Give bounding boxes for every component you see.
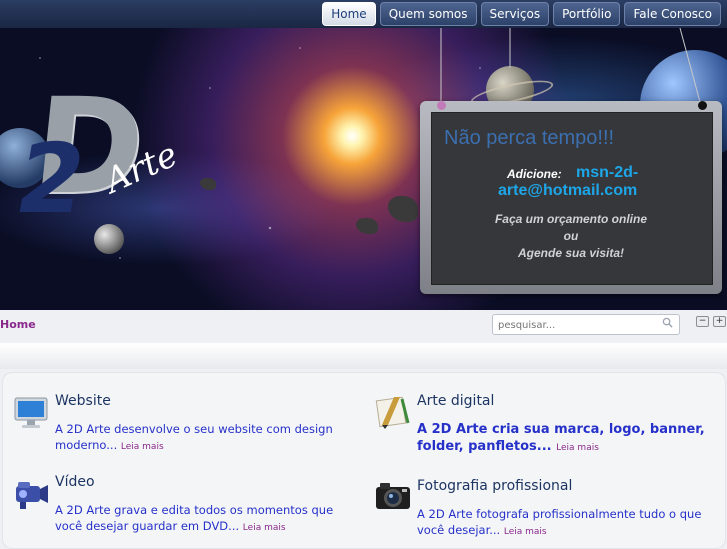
camera-icon	[376, 483, 410, 509]
feature-title[interactable]: Website	[55, 393, 111, 409]
main-nav: Home Quem somos Serviços Portfólio Fale …	[322, 2, 721, 26]
feature-desc-text: A 2D Arte fotografa profissionalmente tu…	[417, 507, 702, 537]
feature-desc-text: A 2D Arte desenvolve o seu website com d…	[55, 422, 333, 452]
read-more-link[interactable]: Leia mais	[556, 443, 599, 453]
font-smaller-button[interactable]: −	[696, 316, 709, 327]
feature-desc: A 2D Arte grava e edita todos os momento…	[55, 502, 345, 536]
feature-desc: A 2D Arte desenvolve o seu website com d…	[55, 421, 345, 455]
feature-desc: A 2D Arte cria sua marca, logo, banner, …	[417, 421, 717, 457]
read-more-link[interactable]: Leia mais	[243, 523, 286, 533]
feature-title[interactable]: Vídeo	[55, 474, 95, 490]
board-line-or: ou	[563, 229, 579, 243]
top-bar: Home Quem somos Serviços Portfólio Fale …	[0, 0, 727, 28]
search-box	[492, 314, 680, 335]
nav-portfolio[interactable]: Portfólio	[553, 2, 621, 26]
read-more-link[interactable]: Leia mais	[504, 527, 547, 537]
section-divider	[0, 343, 727, 369]
drawing-tools-icon	[375, 396, 410, 429]
monitor-icon	[14, 397, 48, 428]
read-more-link[interactable]: Leia mais	[121, 442, 164, 452]
board-line-visit: Agende sua visita!	[517, 246, 625, 260]
feature-title[interactable]: Fotografia profissional	[417, 478, 572, 494]
breadcrumb[interactable]: Home	[0, 318, 36, 331]
nav-quem-somos[interactable]: Quem somos	[379, 2, 477, 26]
nav-servicos[interactable]: Serviços	[480, 2, 550, 26]
font-larger-button[interactable]: +	[713, 316, 726, 327]
board-pin-left	[437, 101, 446, 110]
search-icon[interactable]	[662, 317, 673, 328]
camcorder-icon	[16, 482, 48, 509]
board-pin-right	[698, 101, 707, 110]
search-input[interactable]	[496, 316, 650, 334]
asteroid	[200, 178, 216, 190]
feature-title[interactable]: Arte digital	[417, 393, 494, 409]
nav-fale-conosco[interactable]: Fale Conosco	[624, 2, 721, 26]
board-title: Não perca tempo!!!	[444, 127, 615, 149]
board-email[interactable]: msn-2d-arte@hotmail.com	[498, 164, 658, 200]
board-line-quote: Faça um orçamento online	[494, 212, 648, 226]
promo-board: Não perca tempo!!! Adicione: msn-2d-arte…	[420, 101, 722, 294]
feature-desc-text: A 2D Arte grava e edita todos os momento…	[55, 503, 334, 533]
feature-desc: A 2D Arte fotografa profissionalmente tu…	[417, 506, 717, 540]
nav-home[interactable]: Home	[322, 2, 376, 26]
